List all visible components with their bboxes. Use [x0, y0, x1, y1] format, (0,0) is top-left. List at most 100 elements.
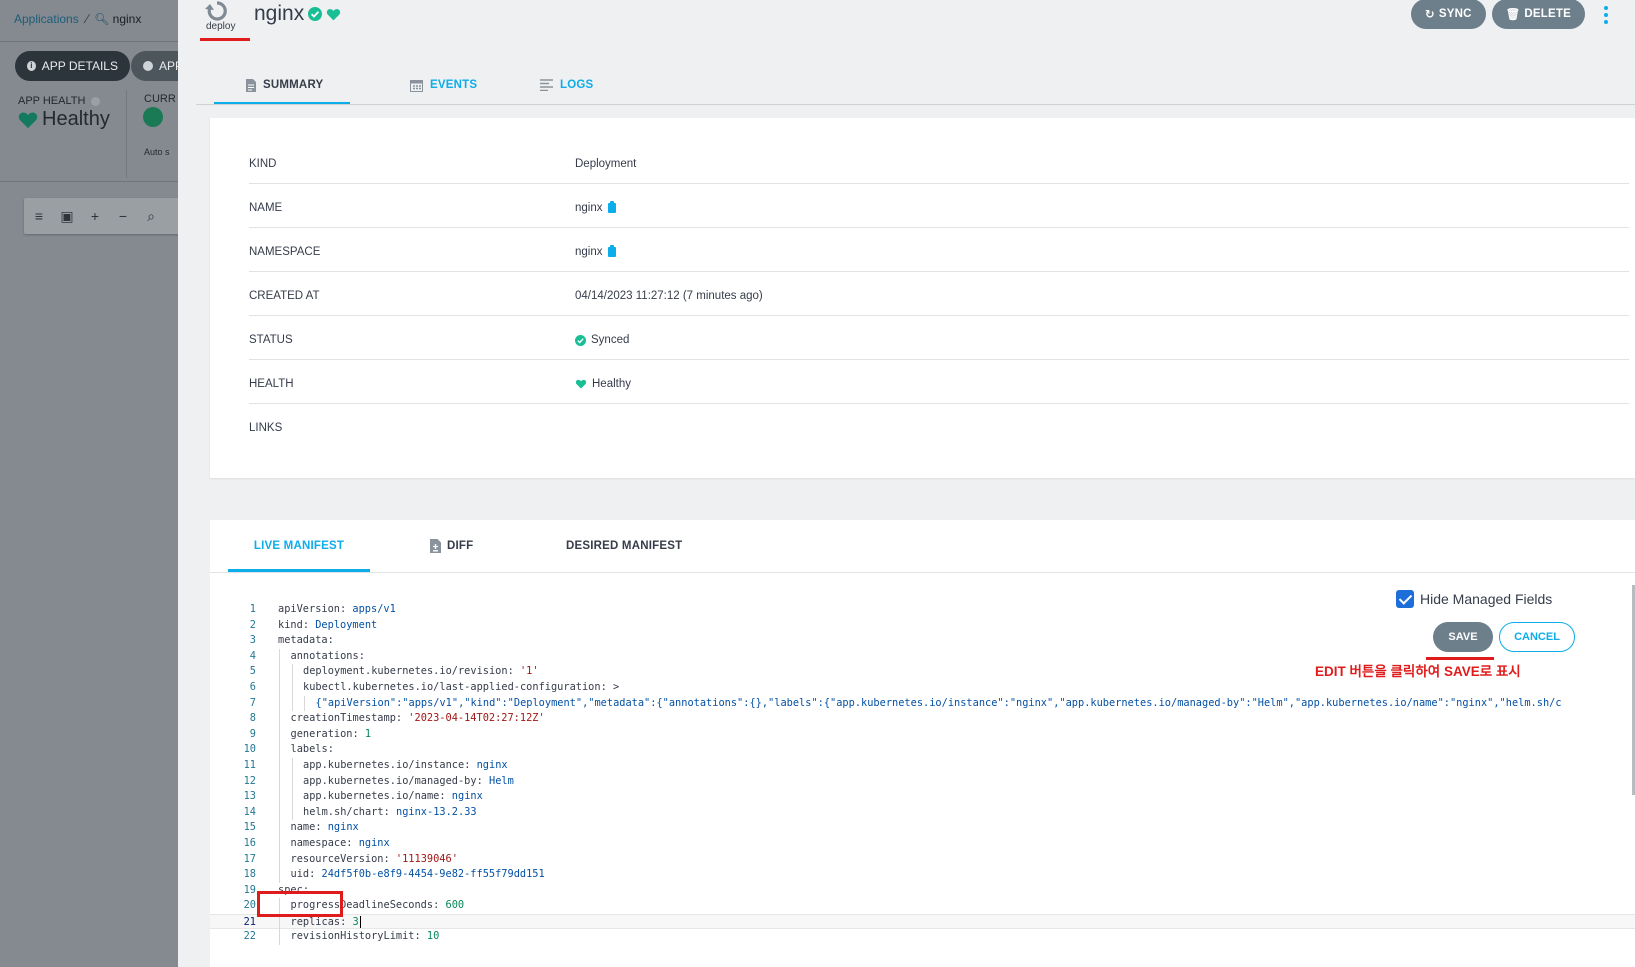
manifest-text: kind: Deployment — [278, 618, 378, 631]
tab-live-manifest[interactable]: LIVE MANIFEST — [228, 520, 370, 572]
manifest-line[interactable]: 1 apiVersion: apps/v1 — [210, 602, 1635, 618]
manifest-line[interactable]: 4 annotations: — [210, 648, 1635, 665]
current-sync-label: CURR — [144, 93, 176, 105]
indent-guide — [291, 804, 293, 821]
yaml-value: 10 — [426, 930, 440, 943]
line-number: 8 — [249, 712, 256, 725]
yaml-key: kind — [278, 618, 303, 631]
yaml-key: uid — [290, 868, 310, 881]
line-number: 9 — [249, 727, 256, 740]
breadcrumb-applications-link[interactable]: Applications — [14, 12, 79, 26]
manifest-line[interactable]: 3 metadata: — [210, 633, 1635, 649]
yaml-value: 600 — [445, 899, 465, 912]
app-details-button[interactable]: i APP DETAILS — [15, 51, 130, 81]
manifest-line[interactable]: 13 app.kubernetes.io/name: nginx — [210, 789, 1635, 805]
check-circle-icon — [143, 107, 163, 127]
fit-view-icon[interactable]: ▣ — [60, 208, 74, 225]
yaml-value: nginx — [327, 821, 359, 834]
copy-icon[interactable] — [607, 201, 616, 213]
summary-row-status: STATUS Synced — [249, 316, 1629, 360]
yaml-key: app.kubernetes.io/managed-by — [303, 774, 477, 787]
manifest-text: namespace: nginx — [290, 836, 390, 849]
background-app: Applications/🔍︎ nginx i APP DETAILS APP … — [0, 0, 178, 967]
indent-guide — [304, 695, 305, 712]
yaml-value: nginx — [358, 836, 390, 849]
zoom-out-icon[interactable]: − — [116, 208, 130, 224]
line-number: 5 — [249, 665, 256, 678]
tab-logs[interactable]: LOGS — [500, 68, 620, 102]
line-number: 6 — [249, 680, 256, 693]
line-number: 11 — [243, 758, 256, 771]
line-number: 20 — [243, 899, 256, 912]
manifest-line[interactable]: 18 uid: 24df5f0b-e8f9-4454-9e82-ff55f79dd… — [210, 867, 1635, 883]
indent-guide — [279, 851, 280, 868]
manifest-line[interactable]: 15 name: nginx — [210, 820, 1635, 836]
manifest-line[interactable]: 17 resourceVersion: '11139046' — [210, 851, 1635, 868]
manifest-line[interactable]: 19 spec: — [210, 883, 1635, 899]
indent-guide — [279, 773, 280, 790]
line-number: 16 — [243, 836, 256, 849]
app-diff-button[interactable]: APP — [131, 51, 178, 81]
indent-guide — [279, 820, 280, 836]
line-number: 21 — [243, 915, 256, 928]
manifest-text: replicas: 3 — [290, 915, 361, 928]
tab-summary[interactable]: SUMMARY — [214, 68, 350, 105]
manifest-line[interactable]: 7 {"apiVersion":"apps/v1","kind":"Deploym… — [210, 695, 1635, 712]
yaml-value: 1 — [364, 727, 372, 740]
yaml-value: Deployment — [315, 618, 378, 631]
tab-desired-manifest[interactable]: DESIRED MANIFEST — [566, 520, 746, 572]
manifest-text: revisionHistoryLimit: 10 — [290, 930, 440, 943]
yaml-key: apiVersion — [278, 603, 340, 615]
manifest-line[interactable]: 5 deployment.kubernetes.io/revision: '1' — [210, 664, 1635, 680]
copy-icon[interactable] — [607, 245, 616, 257]
tab-diff[interactable]: DIFF — [370, 520, 566, 572]
search-icon: 🔍︎ — [94, 12, 110, 26]
indent-guide — [291, 773, 293, 790]
manifest-line[interactable]: 11 app.kubernetes.io/instance: nginx — [210, 757, 1635, 774]
yaml-key: annotations — [290, 649, 359, 662]
manifest-line[interactable]: 20 progressDeadlineSeconds: 600 — [210, 898, 1635, 914]
search-icon[interactable]: ⌕ — [144, 208, 158, 225]
list-view-icon[interactable]: ≡ — [32, 208, 46, 224]
indent-guide — [279, 804, 280, 821]
indent-guide — [291, 664, 293, 680]
manifest-editor[interactable]: 1 apiVersion: apps/v1 2 kind: Deployment 3 me… — [210, 602, 1635, 946]
line-number: 18 — [243, 868, 256, 881]
help-icon[interactable] — [90, 96, 100, 106]
breadcrumb-current[interactable]: nginx — [113, 12, 142, 26]
indent-guide — [291, 789, 293, 805]
indent-guide — [279, 789, 280, 805]
yaml-value: '11139046' — [395, 852, 458, 865]
indent-guide — [279, 757, 280, 774]
sync-button[interactable]: ↻ SYNC — [1411, 0, 1486, 29]
manifest-line[interactable]: 10 labels: — [210, 742, 1635, 758]
zoom-in-icon[interactable]: + — [88, 208, 102, 224]
manifest-line[interactable]: 8 creationTimestamp: '2023-04-14T02:27:12… — [210, 711, 1635, 727]
summary-card: KIND Deployment NAME nginx NAMESPACE ngi… — [210, 118, 1635, 478]
red-underline-annotation — [200, 38, 250, 41]
more-options-icon[interactable] — [1599, 5, 1613, 24]
breadcrumb-separator: / — [82, 12, 91, 26]
line-number: 17 — [243, 852, 256, 865]
manifest-line[interactable]: 2 kind: Deployment — [210, 618, 1635, 634]
app-health-label: APP HEALTH — [18, 95, 100, 107]
logs-icon — [540, 79, 553, 91]
delete-button[interactable]: 🗑︎ DELETE — [1491, 0, 1585, 29]
manifest-text: deployment.kubernetes.io/revision: '1' — [303, 665, 539, 678]
indent-guide — [291, 695, 293, 712]
tab-events[interactable]: EVENTS — [350, 68, 500, 102]
manifest-text: app.kubernetes.io/instance: nginx — [303, 758, 508, 771]
manifest-line[interactable]: 14 helm.sh/chart: nginx-13.2.33 — [210, 804, 1635, 821]
manifest-line[interactable]: 12 app.kubernetes.io/managed-by: Helm — [210, 773, 1635, 790]
manifest-line[interactable]: 6 kubectl.kubernetes.io/last-applied-conf… — [210, 679, 1635, 696]
manifest-line[interactable]: 22 revisionHistoryLimit: 10 — [210, 929, 1635, 946]
manifest-line[interactable]: 9 generation: 1 — [210, 726, 1635, 743]
app-health-value: Healthy — [18, 108, 110, 131]
yaml-key: deployment.kubernetes.io/revision — [303, 665, 508, 678]
indent-guide — [279, 742, 280, 758]
file-icon — [143, 61, 153, 71]
manifest-line[interactable]: 21 replicas: 3 — [210, 913, 1635, 931]
manifest-line[interactable]: 16 namespace: nginx — [210, 835, 1635, 852]
yaml-key: app.kubernetes.io/name — [303, 790, 440, 803]
manifest-text: app.kubernetes.io/managed-by: Helm — [303, 774, 514, 787]
